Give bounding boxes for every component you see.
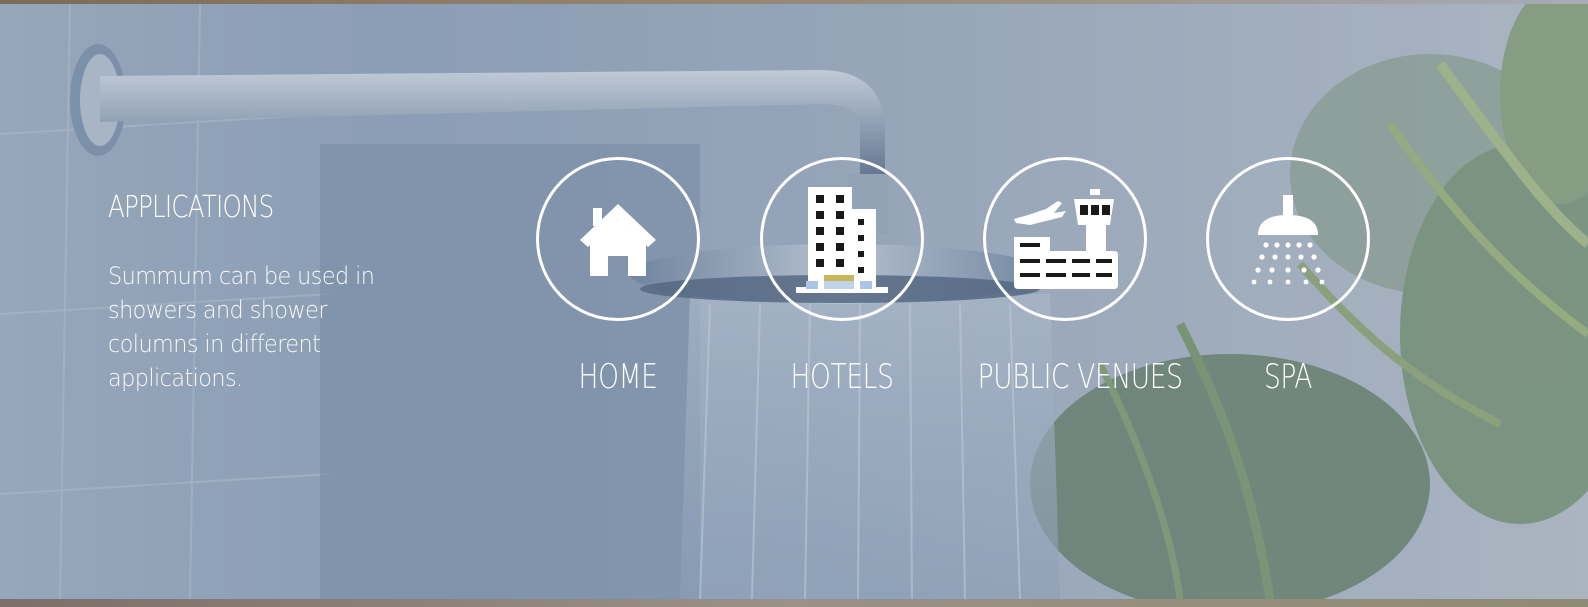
public-venues-ring: [983, 157, 1147, 321]
application-home[interactable]: HOME: [506, 157, 730, 397]
application-public-venues[interactable]: PUBLIC VENUES: [953, 157, 1183, 397]
hotel-building-icon: [796, 187, 888, 293]
public-venues-label: PUBLIC VENUES: [977, 357, 1183, 397]
home-ring: [536, 157, 700, 321]
section-description: Summum can be used in showers and shower…: [108, 262, 375, 392]
home-label: HOME: [578, 357, 658, 397]
application-hotels[interactable]: HOTELS: [730, 157, 954, 397]
home-icon: [580, 204, 656, 276]
spa-label: SPA: [1263, 357, 1313, 397]
applications-intro: APPLICATIONS Summum can be used in showe…: [108, 190, 408, 395]
hotels-label: HOTELS: [790, 357, 894, 397]
bottom-image-strip: [0, 599, 1588, 607]
shower-icon: [1251, 195, 1325, 285]
hotels-ring: [760, 157, 924, 321]
application-spa[interactable]: SPA: [1176, 157, 1400, 397]
spa-ring: [1206, 157, 1370, 321]
airport-icon: [1014, 189, 1118, 289]
section-title: APPLICATIONS: [108, 190, 274, 225]
